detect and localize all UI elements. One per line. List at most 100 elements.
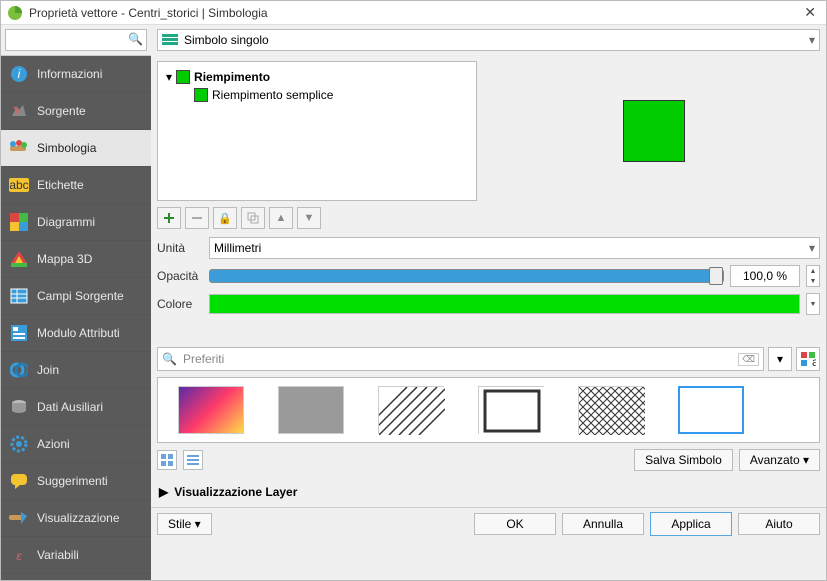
fill-swatch-icon	[194, 88, 208, 102]
opacity-spin-arrows[interactable]: ▲▼	[806, 265, 820, 287]
svg-text:abc: abc	[9, 178, 28, 192]
sidebar-item-label: Variabili	[37, 548, 79, 562]
search-icon: 🔍	[162, 352, 177, 366]
sidebar-item-etichette[interactable]: abc Etichette	[1, 167, 151, 204]
tree-root-row[interactable]: ▾ Riempimento	[164, 68, 470, 86]
move-up-button[interactable]: ▲	[269, 207, 293, 229]
rendering-icon	[9, 508, 29, 528]
sidebar-item-visualizzazione[interactable]: Visualizzazione	[1, 500, 151, 537]
chevron-down-icon: ▾	[809, 33, 815, 47]
color-picker[interactable]	[209, 294, 800, 314]
symbol-tree[interactable]: ▾ Riempimento Riempimento semplice	[157, 61, 477, 201]
favorites-search[interactable]: 🔍 Preferiti ⌫	[157, 347, 764, 371]
gallery-item[interactable]	[178, 386, 244, 434]
color-label: Colore	[157, 297, 203, 311]
search-icon: 🔍	[128, 32, 143, 46]
opacity-slider[interactable]	[209, 269, 724, 283]
unit-select[interactable]: Millimetri ▾	[209, 237, 820, 259]
symbol-mode-label: Simbolo singolo	[184, 33, 269, 47]
sidebar-item-suggerimenti[interactable]: Suggerimenti	[1, 463, 151, 500]
sidebar-item-label: Dati Ausiliari	[37, 400, 103, 414]
svg-text:a: a	[812, 355, 816, 367]
style-manager-button[interactable]: a	[796, 347, 820, 371]
sidebar-item-informazioni[interactable]: i Informazioni	[1, 56, 151, 93]
close-button[interactable]: ✕	[800, 4, 820, 21]
map3d-icon	[9, 249, 29, 269]
sidebar-list: i Informazioni Sorgente Simbologia abc E…	[1, 56, 151, 580]
ok-button[interactable]: OK	[474, 513, 556, 535]
move-down-button[interactable]: ▼	[297, 207, 321, 229]
source-icon	[9, 101, 29, 121]
chevron-down-icon: ▾	[809, 241, 815, 255]
sidebar-item-label: Join	[37, 363, 59, 377]
color-row: Colore ▼	[157, 293, 820, 315]
gallery-item[interactable]	[578, 386, 644, 434]
expand-icon: ▶	[159, 485, 168, 499]
sidebar-item-label: Suggerimenti	[37, 474, 108, 488]
sidebar-item-aux[interactable]: Dati Ausiliari	[1, 389, 151, 426]
clear-icon[interactable]: ⌫	[738, 353, 759, 366]
apply-label: Applica	[671, 517, 710, 531]
color-menu-button[interactable]: ▼	[806, 293, 820, 315]
list-view-button[interactable]	[183, 450, 203, 470]
sidebar-item-modulo[interactable]: Modulo Attributi	[1, 315, 151, 352]
sidebar-item-mappa3d[interactable]: Mappa 3D	[1, 241, 151, 278]
add-layer-button[interactable]	[157, 207, 181, 229]
lock-layer-button[interactable]: 🔒	[213, 207, 237, 229]
labels-icon: abc	[9, 175, 29, 195]
sidebar-item-label: Mappa 3D	[37, 252, 92, 266]
sidebar-item-simbologia[interactable]: Simbologia	[1, 130, 151, 167]
opacity-spinbox[interactable]: 100,0 %	[730, 265, 800, 287]
sidebar-item-join[interactable]: Join	[1, 352, 151, 389]
remove-layer-button[interactable]	[185, 207, 209, 229]
icon-view-button[interactable]	[157, 450, 177, 470]
sidebar-item-label: Visualizzazione	[37, 511, 120, 525]
style-button[interactable]: Stile ▾	[157, 513, 212, 535]
sidebar-item-variabili[interactable]: ε Variabili	[1, 537, 151, 574]
favorites-row: 🔍 Preferiti ⌫ ▾ a	[157, 347, 820, 371]
titlebar: Proprietà vettore - Centri_storici | Sim…	[1, 1, 826, 25]
tree-child-label: Riempimento semplice	[212, 88, 333, 102]
sidebar-item-diagrammi[interactable]: Diagrammi	[1, 204, 151, 241]
gallery-item[interactable]	[378, 386, 444, 434]
gallery-item[interactable]	[278, 386, 344, 434]
actions-icon	[9, 434, 29, 454]
cancel-label: Annulla	[583, 517, 623, 531]
save-symbol-button[interactable]: Salva Simbolo	[634, 449, 733, 471]
gallery-item[interactable]	[678, 386, 744, 434]
symbol-mode-select[interactable]: Simbolo singolo ▾	[157, 29, 820, 51]
help-label: Aiuto	[765, 517, 792, 531]
unit-label: Unità	[157, 241, 203, 255]
symbol-layer-toolbar: 🔒 ▲ ▼	[151, 207, 826, 229]
opacity-row: Opacità 100,0 % ▲▼	[157, 265, 820, 287]
form-icon	[9, 323, 29, 343]
slider-thumb[interactable]	[709, 267, 723, 285]
duplicate-layer-button[interactable]	[241, 207, 265, 229]
sidebar-item-azioni[interactable]: Azioni	[1, 426, 151, 463]
sidebar-item-label: Sorgente	[37, 104, 86, 118]
sidebar: 🔍 i Informazioni Sorgente Simbologia abc…	[1, 25, 151, 580]
tree-child-row[interactable]: Riempimento semplice	[192, 86, 470, 104]
sidebar-item-campi[interactable]: Campi Sorgente	[1, 278, 151, 315]
apply-button[interactable]: Applica	[650, 512, 732, 536]
sidebar-search-input[interactable]	[5, 29, 147, 51]
layer-rendering-expander[interactable]: ▶ Visualizzazione Layer	[151, 477, 826, 507]
sidebar-item-label: Modulo Attributi	[37, 326, 120, 340]
style-label: Stile	[168, 517, 191, 531]
help-button[interactable]: Aiuto	[738, 513, 820, 535]
favorites-section: 🔍 Preferiti ⌫ ▾ a Salva Simbolo	[151, 341, 826, 477]
sidebar-item-label: Informazioni	[37, 67, 102, 81]
diagrams-icon	[9, 212, 29, 232]
sidebar-item-label: Simbologia	[37, 141, 96, 155]
svg-text:ε: ε	[16, 549, 22, 563]
advanced-button[interactable]: Avanzato ▾	[739, 449, 820, 471]
gallery-item[interactable]	[478, 386, 544, 434]
sidebar-item-sorgente[interactable]: Sorgente	[1, 93, 151, 130]
symbol-gallery[interactable]	[157, 377, 820, 443]
join-icon	[9, 360, 29, 380]
info-icon: i	[9, 64, 29, 84]
single-symbol-icon	[162, 33, 178, 47]
favorites-filter-button[interactable]: ▾	[768, 347, 792, 371]
variables-icon: ε	[9, 545, 29, 565]
cancel-button[interactable]: Annulla	[562, 513, 644, 535]
